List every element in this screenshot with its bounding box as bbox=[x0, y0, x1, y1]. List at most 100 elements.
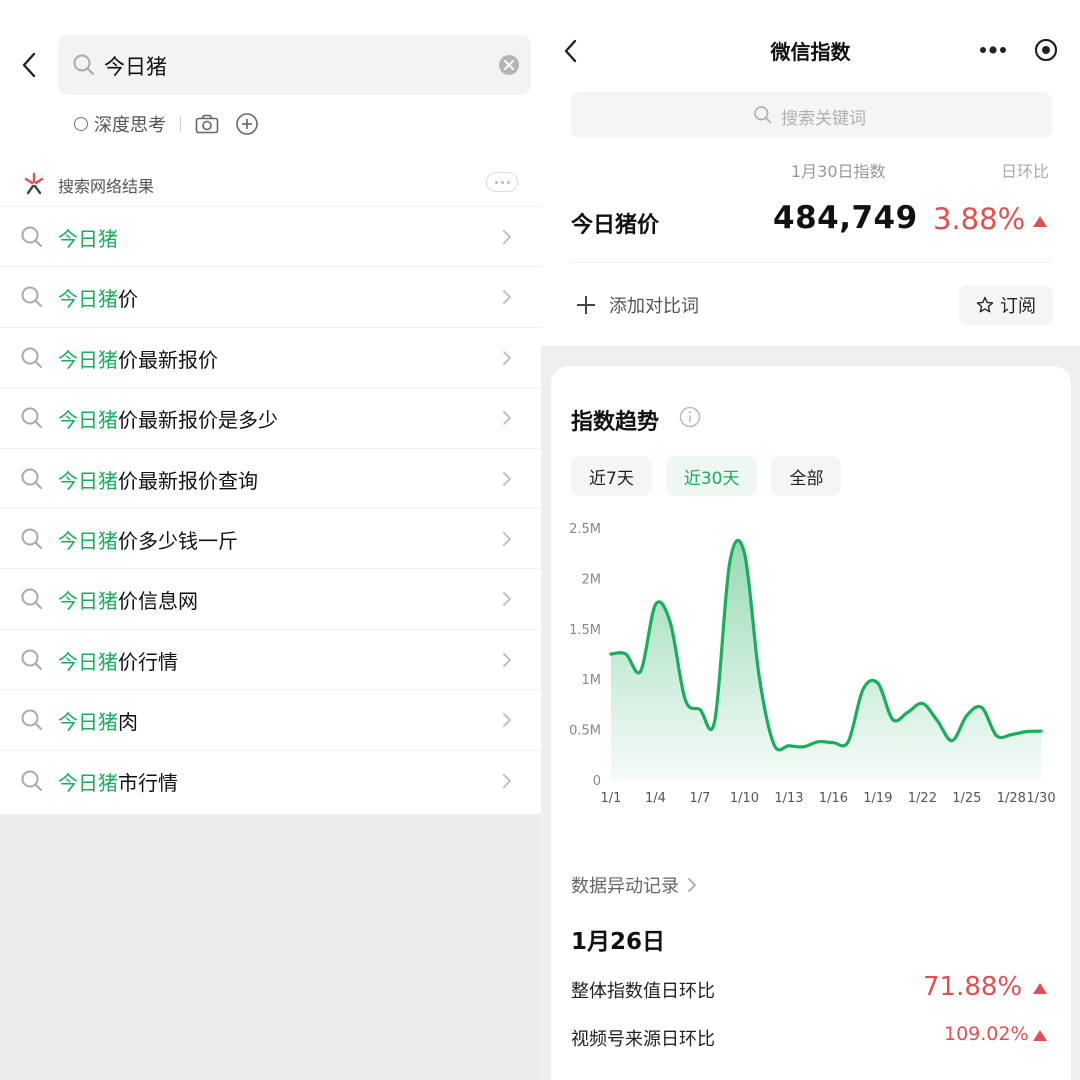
search-icon bbox=[21, 588, 42, 610]
channels-dod-value: 109.02% bbox=[944, 1023, 1029, 1045]
search-icon bbox=[21, 528, 42, 549]
chevron-right-icon bbox=[503, 350, 511, 365]
up-triangle-icon bbox=[1033, 216, 1047, 227]
up-triangle-icon bbox=[1033, 1030, 1047, 1041]
x-tick-label: 1/13 bbox=[774, 791, 803, 806]
search-query-text: 今日猪 bbox=[104, 55, 167, 79]
suggestion-text: 今日猪 bbox=[58, 223, 118, 252]
x-tick-label: 1/22 bbox=[908, 791, 937, 806]
back-arrow-icon[interactable] bbox=[18, 50, 42, 80]
suggestion-highlight: 今日猪 bbox=[58, 710, 118, 735]
camera-icon[interactable] bbox=[195, 114, 219, 134]
more-options-button[interactable] bbox=[486, 172, 518, 192]
x-tick-label: 1/1 bbox=[601, 791, 622, 806]
deep-think-radio[interactable] bbox=[74, 117, 88, 131]
day-over-day-header: 日环比 bbox=[1001, 162, 1050, 181]
suggestion-text: 今日猪价行情 bbox=[58, 646, 178, 675]
suggestion-rest: 肉 bbox=[118, 710, 138, 735]
web-results-label: 搜索网络结果 bbox=[58, 177, 155, 196]
index-value: 484,749 bbox=[773, 200, 918, 236]
search-icon bbox=[21, 407, 42, 429]
chart-area bbox=[611, 540, 1041, 780]
search-icon bbox=[21, 226, 42, 247]
trend-title: 指数趋势 bbox=[571, 410, 660, 435]
search-options-row: 深度思考 bbox=[74, 110, 259, 138]
range-tabs: 近7天 近30天 全部 bbox=[571, 456, 855, 496]
anomaly-records-link[interactable]: 数据异动记录 bbox=[571, 872, 697, 898]
suggestion-highlight: 今日猪 bbox=[58, 347, 118, 372]
suggestion-item[interactable]: 今日猪价多少钱一斤 bbox=[0, 507, 541, 568]
suggestion-rest: 价最新报价是多少 bbox=[118, 408, 278, 433]
index-header-panel: 微信指数 搜索关键词 1月30日指数 日环比 今日猪价 484,749 3.88… bbox=[541, 0, 1080, 346]
info-icon[interactable] bbox=[679, 406, 701, 428]
range-tab[interactable]: 全部 bbox=[771, 456, 842, 496]
y-tick-label: 1M bbox=[582, 673, 602, 688]
search-icon bbox=[21, 709, 42, 731]
search-icon bbox=[754, 106, 772, 124]
deep-think-label[interactable]: 深度思考 bbox=[94, 111, 166, 137]
suggestion-item[interactable]: 今日猪价最新报价查询 bbox=[0, 447, 541, 508]
web-results-header: 搜索网络结果 bbox=[22, 170, 531, 198]
search-icon bbox=[21, 286, 42, 308]
suggestion-item[interactable]: 今日猪价信息网 bbox=[0, 568, 541, 628]
suggestion-rest: 市行情 bbox=[118, 770, 178, 795]
index-date-header: 1月30日指数 bbox=[791, 162, 886, 181]
keyword-search-input[interactable]: 搜索关键词 bbox=[571, 92, 1052, 138]
suggestion-rest: 价最新报价 bbox=[118, 347, 218, 372]
suggestion-text: 今日猪肉 bbox=[58, 706, 138, 735]
suggestion-highlight: 今日猪 bbox=[58, 589, 118, 614]
x-tick-label: 1/25 bbox=[952, 791, 981, 806]
search-icon bbox=[21, 468, 42, 489]
suggestion-rest: 价信息网 bbox=[118, 589, 198, 614]
chevron-right-icon bbox=[503, 713, 511, 728]
x-tick-label: 1/4 bbox=[645, 791, 666, 806]
suggestion-item[interactable]: 今日猪肉 bbox=[0, 689, 541, 749]
add-compare-button[interactable]: 添加对比词 bbox=[575, 290, 699, 320]
clear-icon[interactable] bbox=[498, 54, 520, 76]
search-icon bbox=[21, 770, 42, 791]
suggestion-text: 今日猪价 bbox=[58, 283, 138, 312]
suggestion-item[interactable]: 今日猪市行情 bbox=[0, 749, 541, 810]
suggestion-rest: 价最新报价查询 bbox=[118, 468, 258, 493]
suggestion-highlight: 今日猪 bbox=[58, 408, 118, 433]
suggestion-highlight: 今日猪 bbox=[58, 287, 118, 312]
search-input[interactable]: 今日猪 bbox=[58, 35, 531, 95]
y-tick-label: 0 bbox=[593, 774, 601, 789]
overall-dod-value: 71.88% bbox=[923, 972, 1023, 1002]
suggestion-highlight: 今日猪 bbox=[58, 649, 118, 674]
x-tick-label: 1/16 bbox=[819, 791, 848, 806]
suggestion-rest: 价多少钱一斤 bbox=[118, 528, 238, 553]
search-icon bbox=[21, 347, 42, 368]
range-tab[interactable]: 近30天 bbox=[665, 456, 758, 496]
suggestion-item[interactable]: 今日猪价 bbox=[0, 266, 541, 326]
x-tick-label: 1/19 bbox=[863, 791, 892, 806]
y-tick-label: 1.5M bbox=[569, 623, 601, 638]
more-dots-icon[interactable] bbox=[979, 46, 1007, 54]
add-circle-icon[interactable] bbox=[235, 112, 259, 136]
wechat-index-pane: 微信指数 搜索关键词 1月30日指数 日环比 今日猪价 484,749 3.88… bbox=[541, 0, 1080, 1080]
divider bbox=[180, 116, 181, 132]
up-triangle-icon bbox=[1033, 983, 1047, 994]
close-target-icon[interactable] bbox=[1034, 38, 1058, 62]
suggestion-item[interactable]: 今日猪价最新报价 bbox=[0, 326, 541, 387]
suggestion-highlight: 今日猪 bbox=[58, 468, 118, 493]
suggestion-item[interactable]: 今日猪价最新报价是多少 bbox=[0, 387, 541, 447]
chevron-right-icon bbox=[503, 532, 511, 546]
star-icon bbox=[976, 296, 994, 313]
divider bbox=[571, 262, 1052, 263]
suggestion-item[interactable]: 今日猪 bbox=[0, 206, 541, 266]
chevron-right-icon bbox=[503, 652, 511, 667]
search-placeholder: 搜索关键词 bbox=[781, 109, 866, 129]
subscribe-label: 订阅 bbox=[1000, 296, 1036, 317]
search-icon bbox=[21, 649, 42, 670]
chevron-right-icon bbox=[503, 773, 511, 788]
y-tick-label: 2M bbox=[582, 572, 602, 587]
range-tab[interactable]: 近7天 bbox=[571, 456, 652, 496]
suggestion-item[interactable]: 今日猪价行情 bbox=[0, 628, 541, 689]
chevron-right-icon bbox=[503, 230, 511, 244]
suggestion-text: 今日猪价多少钱一斤 bbox=[58, 525, 238, 554]
suggestion-text: 今日猪价信息网 bbox=[58, 585, 198, 614]
subscribe-button[interactable]: 订阅 bbox=[959, 285, 1053, 325]
suggestion-highlight: 今日猪 bbox=[58, 227, 118, 251]
x-tick-label: 1/7 bbox=[690, 791, 711, 806]
